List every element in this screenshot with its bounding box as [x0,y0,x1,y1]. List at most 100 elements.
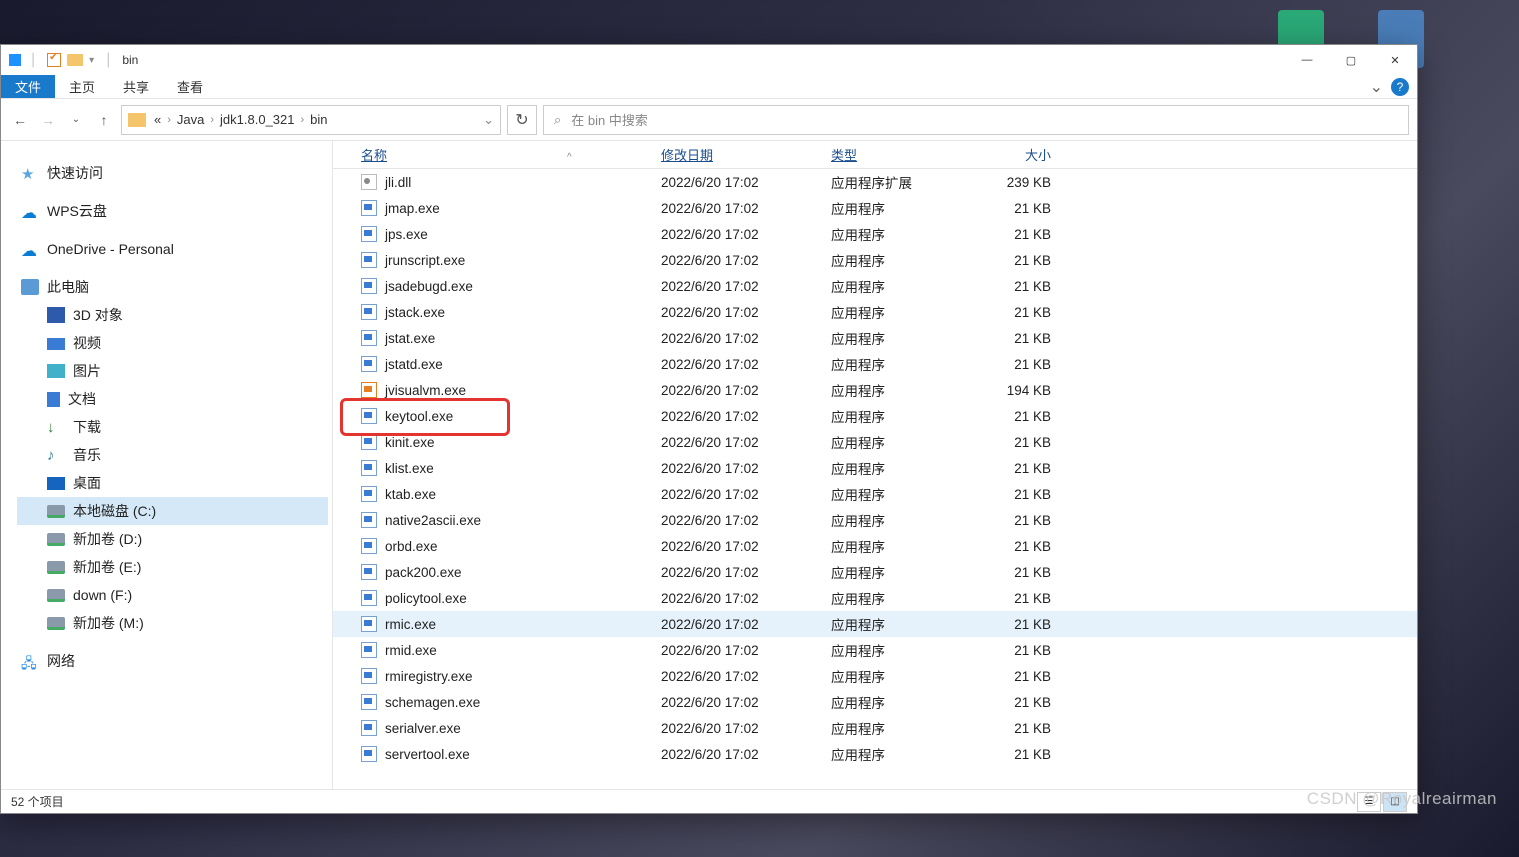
file-row[interactable]: rmiregistry.exe2022/6/20 17:02应用程序21 KB [333,663,1417,689]
file-name: native2ascii.exe [385,513,481,528]
file-row[interactable]: jmap.exe2022/6/20 17:02应用程序21 KB [333,195,1417,221]
minimize-button[interactable]: — [1285,45,1329,75]
sidebar-item[interactable]: 图片 [17,357,332,385]
file-row[interactable]: jsadebugd.exe2022/6/20 17:02应用程序21 KB [333,273,1417,299]
file-date: 2022/6/20 17:02 [661,747,831,762]
file-row[interactable]: jrunscript.exe2022/6/20 17:02应用程序21 KB [333,247,1417,273]
file-size: 21 KB [971,409,1051,424]
tab-share[interactable]: 共享 [109,75,163,98]
file-name: jvisualvm.exe [385,383,466,398]
file-row[interactable]: kinit.exe2022/6/20 17:02应用程序21 KB [333,429,1417,455]
file-size: 21 KB [971,201,1051,216]
sidebar-quick-access[interactable]: 快速访问 [17,159,332,187]
help-icon[interactable]: ? [1391,78,1409,96]
recent-dropdown[interactable]: ⌄ [65,109,87,131]
close-button[interactable]: ✕ [1373,45,1417,75]
breadcrumb[interactable]: « › Java › jdk1.8.0_321 › bin ⌄ [121,105,501,135]
file-type: 应用程序 [831,536,971,556]
file-row[interactable]: policytool.exe2022/6/20 17:02应用程序21 KB [333,585,1417,611]
tab-home[interactable]: 主页 [55,75,109,98]
tab-view[interactable]: 查看 [163,75,217,98]
sidebar-item[interactable]: 视频 [17,329,332,357]
file-name: orbd.exe [385,539,438,554]
sidebar-label: 图片 [73,361,101,381]
sidebar-label: 快速访问 [47,163,103,183]
col-name[interactable]: 名称 [361,148,387,163]
file-row[interactable]: schemagen.exe2022/6/20 17:02应用程序21 KB [333,689,1417,715]
back-button[interactable]: ← [9,109,31,131]
up-button[interactable]: ↑ [93,109,115,131]
properties-icon[interactable] [47,53,61,67]
sidebar-item[interactable]: 新加卷 (M:) [17,609,332,637]
chevron-down-icon[interactable]: ⌄ [483,112,494,128]
sidebar-item[interactable]: down (F:) [17,581,332,609]
file-row[interactable]: jps.exe2022/6/20 17:02应用程序21 KB [333,221,1417,247]
file-row[interactable]: rmid.exe2022/6/20 17:02应用程序21 KB [333,637,1417,663]
titlebar[interactable]: | ▾ | bin — ▢ ✕ [1,45,1417,75]
sidebar-label: 音乐 [73,445,101,465]
sidebar-item[interactable]: 音乐 [17,441,332,469]
file-row[interactable]: klist.exe2022/6/20 17:02应用程序21 KB [333,455,1417,481]
col-type[interactable]: 类型 [831,148,857,163]
sidebar-item[interactable]: 文档 [17,385,332,413]
file-type-icon [361,668,377,684]
details-view-button[interactable]: ☰ [1357,792,1381,812]
doc-icon [47,392,60,407]
chevron-down-icon[interactable]: ▾ [89,55,94,66]
file-date: 2022/6/20 17:02 [661,513,831,528]
sidebar-item[interactable]: 桌面 [17,469,332,497]
col-size[interactable]: 大小 [1025,148,1051,163]
vid-icon [47,338,65,350]
file-row[interactable]: serialver.exe2022/6/20 17:02应用程序21 KB [333,715,1417,741]
sidebar-onedrive[interactable]: OneDrive - Personal [17,235,332,263]
file-row[interactable]: rmic.exe2022/6/20 17:02应用程序21 KB [333,611,1417,637]
file-row[interactable]: servertool.exe2022/6/20 17:02应用程序21 KB [333,741,1417,767]
file-row[interactable]: jstat.exe2022/6/20 17:02应用程序21 KB [333,325,1417,351]
file-row[interactable]: pack200.exe2022/6/20 17:02应用程序21 KB [333,559,1417,585]
file-date: 2022/6/20 17:02 [661,461,831,476]
network-icon [21,653,39,669]
search-input[interactable]: ⌕ 在 bin 中搜索 [543,105,1409,135]
col-date[interactable]: 修改日期 [661,148,713,163]
sidebar-item[interactable]: 本地磁盘 (C:) [17,497,328,525]
sidebar-network[interactable]: 网络 [17,647,332,675]
chevron-right-icon: › [301,114,305,126]
file-type-icon [361,174,377,190]
file-list-pane: 名称^ 修改日期 类型 大小 jli.dll2022/6/20 17:02应用程… [333,141,1417,789]
file-row[interactable]: jstatd.exe2022/6/20 17:02应用程序21 KB [333,351,1417,377]
file-row[interactable]: jli.dll2022/6/20 17:02应用程序扩展239 KB [333,169,1417,195]
file-row[interactable]: native2ascii.exe2022/6/20 17:02应用程序21 KB [333,507,1417,533]
file-name: klist.exe [385,461,434,476]
refresh-button[interactable]: ↻ [507,105,537,135]
breadcrumb-item[interactable]: Java [177,112,204,127]
sidebar-item[interactable]: 3D 对象 [17,301,332,329]
folder-small-icon[interactable] [67,54,83,66]
file-type: 应用程序 [831,406,971,426]
sidebar-wps-cloud[interactable]: WPS云盘 [17,197,332,225]
breadcrumb-item[interactable]: bin [310,112,327,127]
folder-icon [9,54,21,66]
file-row[interactable]: keytool.exe2022/6/20 17:02应用程序21 KB [333,403,1417,429]
ribbon-collapse-icon[interactable]: ⌄ [1370,77,1383,97]
sidebar-item[interactable]: 新加卷 (E:) [17,553,332,581]
tab-file[interactable]: 文件 [1,75,55,98]
maximize-button[interactable]: ▢ [1329,45,1373,75]
file-type-icon [361,616,377,632]
icons-view-button[interactable]: ◫ [1383,792,1407,812]
file-type: 应用程序 [831,510,971,530]
file-row[interactable]: jstack.exe2022/6/20 17:02应用程序21 KB [333,299,1417,325]
file-row[interactable]: jvisualvm.exe2022/6/20 17:02应用程序194 KB [333,377,1417,403]
file-row[interactable]: ktab.exe2022/6/20 17:02应用程序21 KB [333,481,1417,507]
sidebar-item[interactable]: 下载 [17,413,332,441]
file-row[interactable]: orbd.exe2022/6/20 17:02应用程序21 KB [333,533,1417,559]
sidebar-this-pc[interactable]: 此电脑 [17,273,332,301]
file-date: 2022/6/20 17:02 [661,279,831,294]
file-size: 21 KB [971,721,1051,736]
sidebar-item[interactable]: 新加卷 (D:) [17,525,332,553]
breadcrumb-item[interactable]: jdk1.8.0_321 [220,112,294,127]
file-name: kinit.exe [385,435,435,450]
file-list[interactable]: jli.dll2022/6/20 17:02应用程序扩展239 KBjmap.e… [333,169,1417,789]
sidebar-label: 视频 [73,333,101,353]
breadcrumb-overflow[interactable]: « [154,112,161,127]
forward-button[interactable]: → [37,109,59,131]
